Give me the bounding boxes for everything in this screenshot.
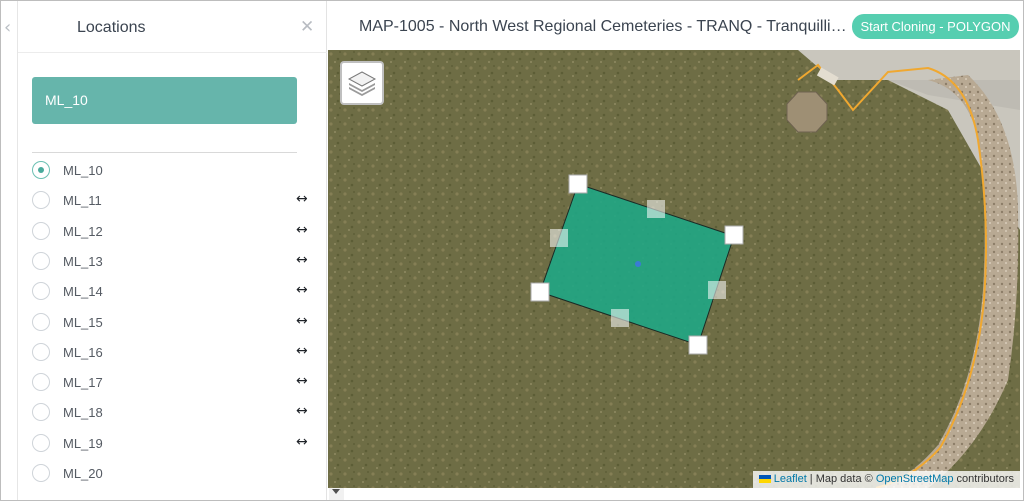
close-icon[interactable]: ✕: [300, 17, 314, 37]
location-radio[interactable]: [32, 403, 50, 422]
swap-arrows-icon[interactable]: ↔: [296, 282, 308, 298]
aerial-imagery: [328, 50, 1020, 488]
swap-arrows-icon[interactable]: ↔: [296, 434, 308, 450]
map-header: MAP-1005 - North West Regional Cemeterie…: [328, 1, 1023, 50]
location-item[interactable]: ML_14 ↔: [32, 276, 312, 306]
location-label: ML_17: [63, 375, 103, 391]
location-item[interactable]: ML_18 ↔: [32, 397, 312, 427]
locations-sidebar: Locations ✕ ML_10 ML_10 ML_11 ↔ ML_12 ↔ ML_13…: [18, 1, 344, 500]
location-item[interactable]: ML_15 ↔: [32, 307, 312, 337]
location-label: ML_20: [63, 466, 103, 481]
start-cloning-button[interactable]: Start Cloning - POLYGON: [852, 14, 1019, 39]
location-radio[interactable]: [32, 221, 50, 240]
location-radio[interactable]: [32, 433, 50, 452]
location-item[interactable]: ML_20: [32, 458, 312, 488]
swap-arrows-icon[interactable]: ↔: [296, 222, 308, 238]
location-radio[interactable]: [32, 191, 50, 210]
location-label: ML_18: [63, 405, 103, 421]
location-label: ML_15: [63, 314, 103, 330]
location-label: ML_14: [63, 284, 103, 300]
location-item[interactable]: ML_19 ↔: [32, 428, 312, 458]
left-strip: ‹: [1, 1, 18, 500]
location-item[interactable]: ML_10: [32, 155, 312, 185]
ukraine-flag-icon: [758, 475, 771, 483]
location-radio[interactable]: [32, 342, 50, 361]
location-item[interactable]: ML_16 ↔: [32, 337, 312, 367]
openstreetmap-link[interactable]: OpenStreetMap: [876, 473, 954, 485]
location-item[interactable]: ML_17 ↔: [32, 367, 312, 397]
attribution-suffix: contributors: [953, 473, 1014, 485]
swap-arrows-icon[interactable]: ↔: [296, 252, 308, 268]
location-label: ML_19: [63, 435, 103, 451]
location-label: ML_10: [63, 163, 103, 178]
swap-arrows-icon[interactable]: ↔: [296, 313, 308, 329]
location-label: ML_11: [63, 193, 102, 209]
swap-arrows-icon[interactable]: ↔: [296, 191, 308, 207]
sidebar-header: Locations ✕: [18, 1, 327, 53]
location-radio[interactable]: [32, 282, 50, 301]
chevron-left-icon[interactable]: ‹: [4, 19, 11, 37]
location-label: ML_13: [63, 253, 103, 269]
divider: [32, 152, 297, 153]
selected-location-label: ML_10: [45, 92, 88, 108]
location-radio[interactable]: [32, 251, 50, 270]
location-radio[interactable]: [32, 312, 50, 331]
map-title: MAP-1005 - North West Regional Cemeterie…: [359, 18, 847, 35]
location-radio[interactable]: [32, 373, 50, 392]
location-label: ML_12: [63, 223, 103, 239]
selected-location-card[interactable]: ML_10: [32, 77, 297, 124]
swap-arrows-icon[interactable]: ↔: [296, 373, 308, 389]
layers-icon: [347, 71, 377, 96]
location-label: ML_16: [63, 344, 103, 360]
map-attribution: Leaflet | Map data © OpenStreetMap contr…: [752, 471, 1020, 488]
swap-arrows-icon[interactable]: ↔: [296, 343, 308, 359]
leaflet-link[interactable]: Leaflet: [774, 473, 807, 485]
map-view[interactable]: Leaflet | Map data © OpenStreetMap contr…: [328, 50, 1020, 488]
sidebar-title: Locations: [77, 19, 146, 36]
attribution-separator: | Map data ©: [806, 473, 876, 485]
location-item[interactable]: ML_12 ↔: [32, 216, 312, 246]
scroll-down-arrow-icon[interactable]: [332, 489, 340, 494]
swap-arrows-icon[interactable]: ↔: [296, 403, 308, 419]
location-item[interactable]: ML_11 ↔: [32, 185, 312, 215]
location-radio[interactable]: [32, 464, 50, 482]
layers-button[interactable]: [340, 61, 384, 105]
location-item[interactable]: ML_13 ↔: [32, 246, 312, 276]
location-radio[interactable]: [32, 161, 50, 179]
